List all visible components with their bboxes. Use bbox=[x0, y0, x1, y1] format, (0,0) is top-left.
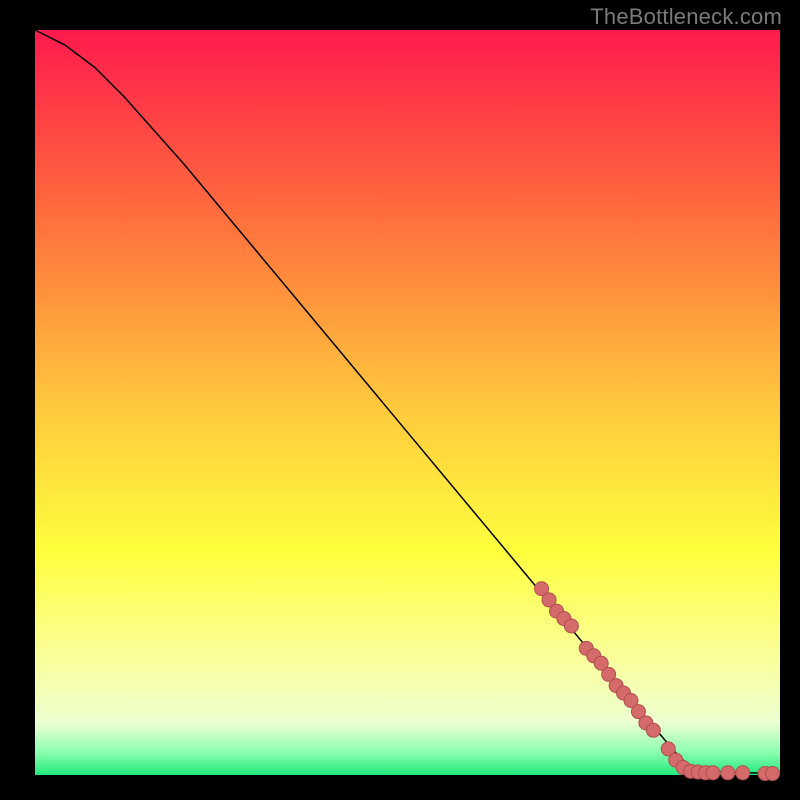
watermark-text: TheBottleneck.com bbox=[590, 4, 782, 30]
data-marker bbox=[646, 723, 660, 737]
data-marker bbox=[721, 766, 735, 780]
chart-frame: TheBottleneck.com bbox=[0, 0, 800, 800]
data-marker bbox=[706, 766, 720, 780]
data-marker bbox=[564, 619, 578, 633]
bottleneck-chart bbox=[0, 0, 800, 800]
data-marker bbox=[766, 767, 780, 781]
data-marker bbox=[736, 766, 750, 780]
plot-area bbox=[35, 30, 780, 781]
